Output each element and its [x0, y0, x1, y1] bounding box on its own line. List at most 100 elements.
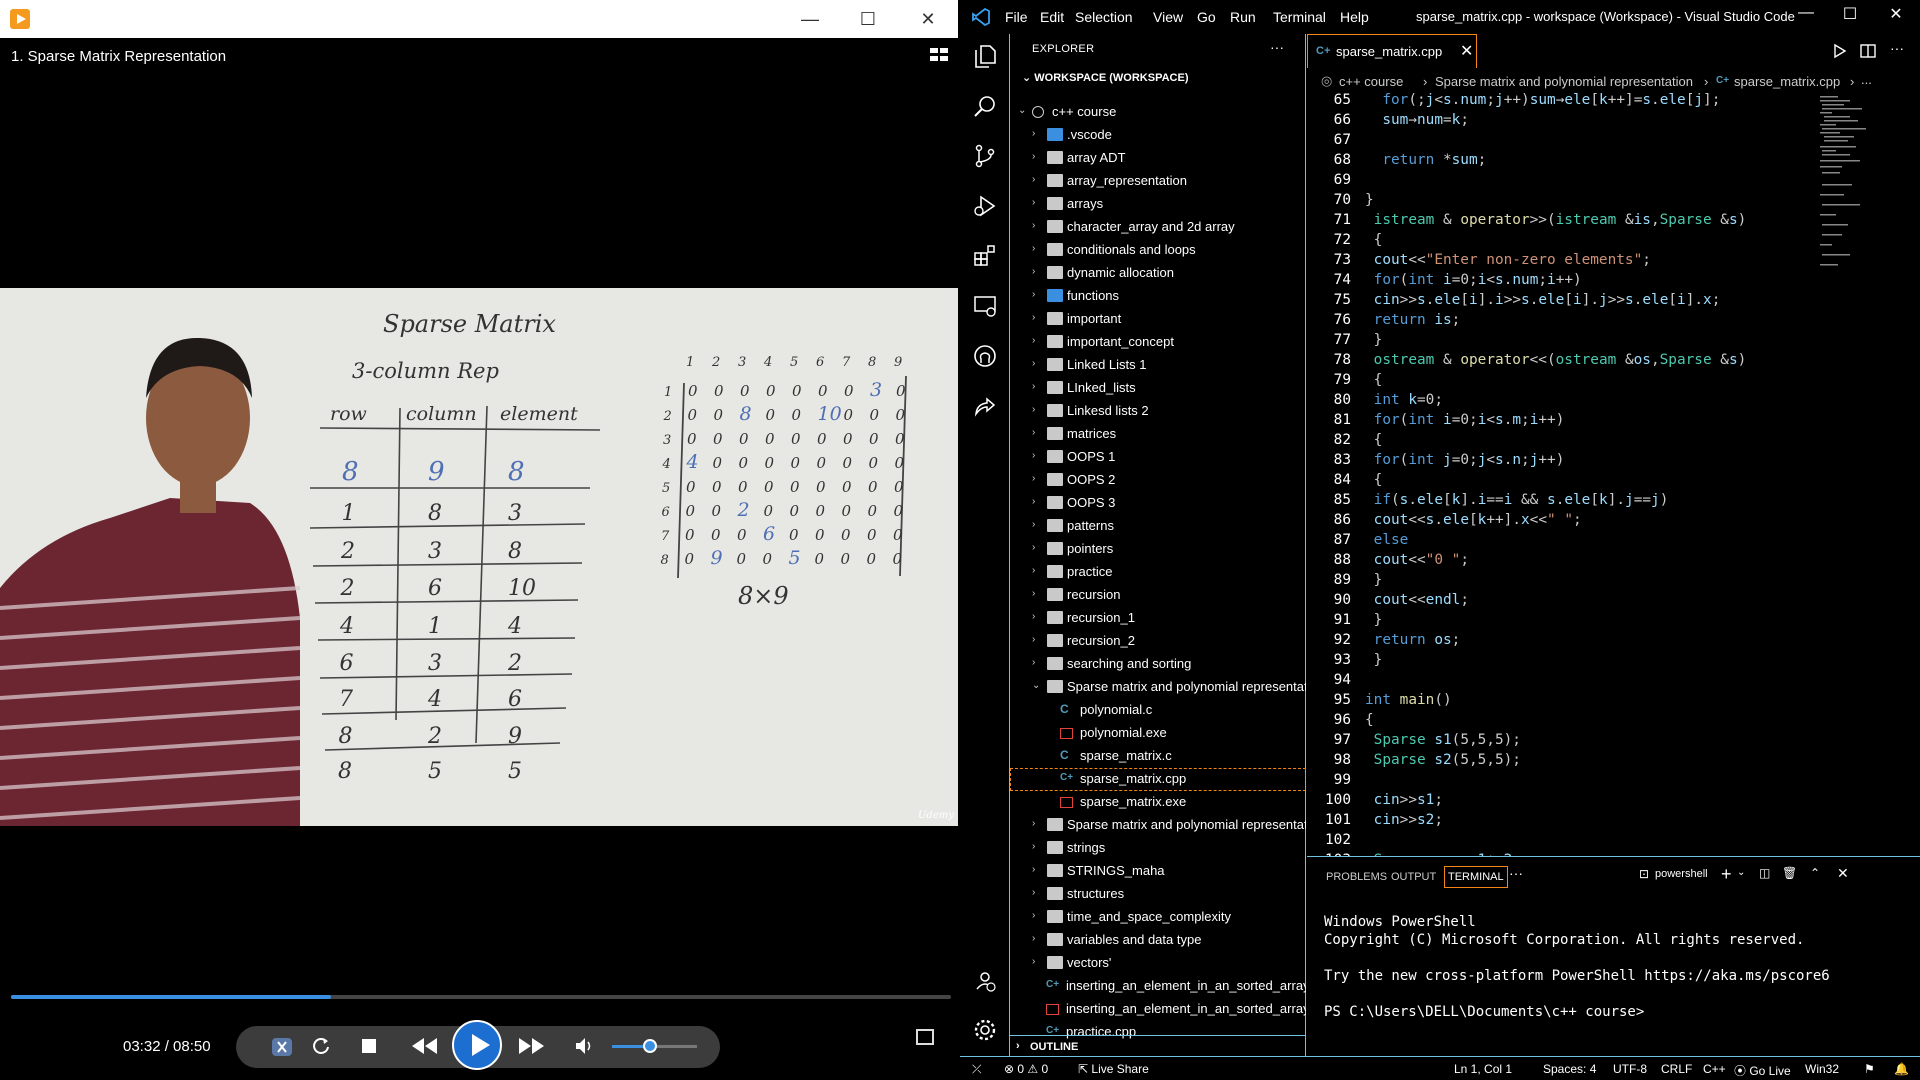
- tree-item[interactable]: ⌄ Sparse matrix and polynomial representa…: [1010, 676, 1306, 699]
- github-icon[interactable]: [973, 344, 997, 368]
- language-mode[interactable]: C++: [1703, 1062, 1726, 1076]
- split-terminal-icon[interactable]: ◫: [1759, 866, 1770, 880]
- code-line[interactable]: 66 sum→num=k;: [1307, 112, 1807, 132]
- tree-item[interactable]: › Linkesd lists 2: [1010, 400, 1306, 423]
- tree-item[interactable]: › OOPS 1: [1010, 446, 1306, 469]
- menu-edit[interactable]: Edit: [1040, 9, 1064, 25]
- code-line[interactable]: 86 cout<<s.ele[k++].x<<" ";: [1307, 512, 1807, 532]
- code-line[interactable]: 67: [1307, 132, 1807, 152]
- menu-file[interactable]: File: [1005, 9, 1028, 25]
- workspace-header[interactable]: ⌄ WORKSPACE (WORKSPACE): [1022, 71, 1188, 84]
- code-line[interactable]: 78 ostream & operator<<(ostream &os,Spar…: [1307, 352, 1807, 372]
- tree-item[interactable]: › recursion: [1010, 584, 1306, 607]
- edit-video-icon[interactable]: [270, 1036, 294, 1058]
- code-line[interactable]: 93 }: [1307, 652, 1807, 672]
- breadcrumb-item-file[interactable]: sparse_matrix.cpp: [1734, 74, 1840, 89]
- vscode-close-button[interactable]: ✕: [1876, 4, 1916, 24]
- tree-item[interactable]: › structures: [1010, 883, 1306, 906]
- code-line[interactable]: 68 return *sum;: [1307, 152, 1807, 172]
- tree-item[interactable]: C+ inserting_an_element_in_an_sorted_arra…: [1010, 975, 1306, 998]
- code-line[interactable]: 83 for(int j=0;j<s.n;j++): [1307, 452, 1807, 472]
- tree-item[interactable]: › array_representation: [1010, 170, 1306, 193]
- code-line[interactable]: 75 cin>>s.ele[i].i>>s.ele[i].j>>s.ele[i]…: [1307, 292, 1807, 312]
- tree-item[interactable]: › arrays: [1010, 193, 1306, 216]
- video-frame[interactable]: Sparse Matrix 3-column Rep row column elemen…: [0, 288, 958, 826]
- editor-more-actions[interactable]: ···: [1890, 40, 1904, 56]
- run-code-icon[interactable]: [1832, 43, 1848, 59]
- code-line[interactable]: 85 if(s.ele[k].i==i && s.ele[k].j==j): [1307, 492, 1807, 512]
- terminal-output[interactable]: Windows PowerShell Copyright (C) Microsof…: [1324, 913, 1830, 1021]
- volume-icon[interactable]: [575, 1037, 595, 1055]
- tree-item[interactable]: sparse_matrix.exe: [1010, 791, 1306, 814]
- code-line[interactable]: 87 else: [1307, 532, 1807, 552]
- play-button[interactable]: [452, 1020, 502, 1070]
- trash-icon[interactable]: 🗑: [1782, 866, 1797, 880]
- volume-slider[interactable]: [612, 1039, 697, 1053]
- menu-view[interactable]: View: [1153, 9, 1183, 25]
- breadcrumb-item-folder[interactable]: Sparse matrix and polynomial representat…: [1435, 74, 1693, 89]
- vscode-maximize-button[interactable]: ☐: [1830, 4, 1870, 24]
- new-terminal-icon[interactable]: +: [1721, 864, 1732, 885]
- mini-view-icon[interactable]: [916, 1029, 934, 1045]
- code-line[interactable]: 100 cin>>s1;: [1307, 792, 1807, 812]
- remote-indicator-icon[interactable]: ⤫: [972, 1062, 982, 1077]
- code-line[interactable]: 81 for(int i=0;i<s.m;i++): [1307, 412, 1807, 432]
- explorer-icon[interactable]: [973, 44, 997, 68]
- settings-gear-icon[interactable]: [973, 1018, 997, 1042]
- code-line[interactable]: 73 cout<<"Enter non-zero elements";: [1307, 252, 1807, 272]
- tree-item[interactable]: Csparse_matrix.c: [1010, 745, 1306, 768]
- end-of-line[interactable]: CRLF: [1661, 1062, 1692, 1076]
- code-line[interactable]: 90 cout<<endl;: [1307, 592, 1807, 612]
- fast-forward-icon[interactable]: [518, 1038, 544, 1054]
- code-line[interactable]: 71 istream & operator>>(istream &is,Spar…: [1307, 212, 1807, 232]
- tree-item[interactable]: Cpolynomial.c: [1010, 699, 1306, 722]
- source-control-icon[interactable]: [973, 144, 997, 168]
- tree-item[interactable]: › time_and_space_complexity: [1010, 906, 1306, 929]
- split-editor-icon[interactable]: [1860, 43, 1876, 59]
- tree-item[interactable]: › important_concept: [1010, 331, 1306, 354]
- search-icon[interactable]: [973, 94, 997, 118]
- breadcrumb-item-symbol[interactable]: ...: [1861, 72, 1872, 87]
- code-line[interactable]: 102: [1307, 832, 1807, 852]
- code-line[interactable]: 82 {: [1307, 432, 1807, 452]
- replay-icon[interactable]: [311, 1036, 331, 1056]
- menu-run[interactable]: Run: [1230, 9, 1256, 25]
- explorer-more-actions[interactable]: ···: [1270, 39, 1284, 55]
- tree-item[interactable]: › practice: [1010, 561, 1306, 584]
- code-line[interactable]: 70}: [1307, 192, 1807, 212]
- minimap[interactable]: [1818, 94, 1878, 334]
- tree-item[interactable]: C+ sparse_matrix.cpp: [1010, 768, 1306, 791]
- maximize-panel-icon[interactable]: ⌃: [1810, 866, 1820, 880]
- code-line[interactable]: 97 Sparse s1(5,5,5);: [1307, 732, 1807, 752]
- menu-terminal[interactable]: Terminal: [1273, 9, 1326, 25]
- code-line[interactable]: 80 int k=0;: [1307, 392, 1807, 412]
- tree-item[interactable]: › important: [1010, 308, 1306, 331]
- tab-sparse-matrix-cpp[interactable]: C+ sparse_matrix.cpp ✕: [1307, 34, 1477, 68]
- tree-item[interactable]: › .vscode: [1010, 124, 1306, 147]
- minimize-button[interactable]: —: [782, 0, 838, 38]
- code-line[interactable]: 101 cin>>s2;: [1307, 812, 1807, 832]
- feedback-icon[interactable]: ⚑: [1864, 1062, 1875, 1076]
- tree-item[interactable]: › OOPS 3: [1010, 492, 1306, 515]
- seek-bar[interactable]: [11, 995, 951, 999]
- code-line[interactable]: 88 cout<<"0 ";: [1307, 552, 1807, 572]
- tree-item[interactable]: › character_array and 2d array: [1010, 216, 1306, 239]
- code-line[interactable]: 99: [1307, 772, 1807, 792]
- tree-item[interactable]: › recursion_1: [1010, 607, 1306, 630]
- code-line[interactable]: 92 return os;: [1307, 632, 1807, 652]
- panel-more-actions[interactable]: ···: [1509, 865, 1523, 881]
- code-line[interactable]: 91 }: [1307, 612, 1807, 632]
- code-line[interactable]: 96 {: [1307, 712, 1807, 732]
- playlist-icon[interactable]: [930, 48, 948, 62]
- stop-icon[interactable]: [361, 1038, 377, 1054]
- maximize-button[interactable]: ☐: [840, 0, 896, 38]
- chevron-down-icon[interactable]: ⌄: [1737, 867, 1745, 878]
- code-line[interactable]: 69: [1307, 172, 1807, 192]
- tree-item[interactable]: polynomial.exe: [1010, 722, 1306, 745]
- live-share-status[interactable]: ⇱ Live Share: [1078, 1062, 1149, 1076]
- tree-item[interactable]: › Sparse matrix and polynomial representa…: [1010, 814, 1306, 837]
- tree-item[interactable]: ⌄ c++ course: [1010, 101, 1306, 124]
- code-line[interactable]: 72 {: [1307, 232, 1807, 252]
- extensions-icon[interactable]: [973, 244, 997, 268]
- close-button[interactable]: ✕: [900, 0, 956, 38]
